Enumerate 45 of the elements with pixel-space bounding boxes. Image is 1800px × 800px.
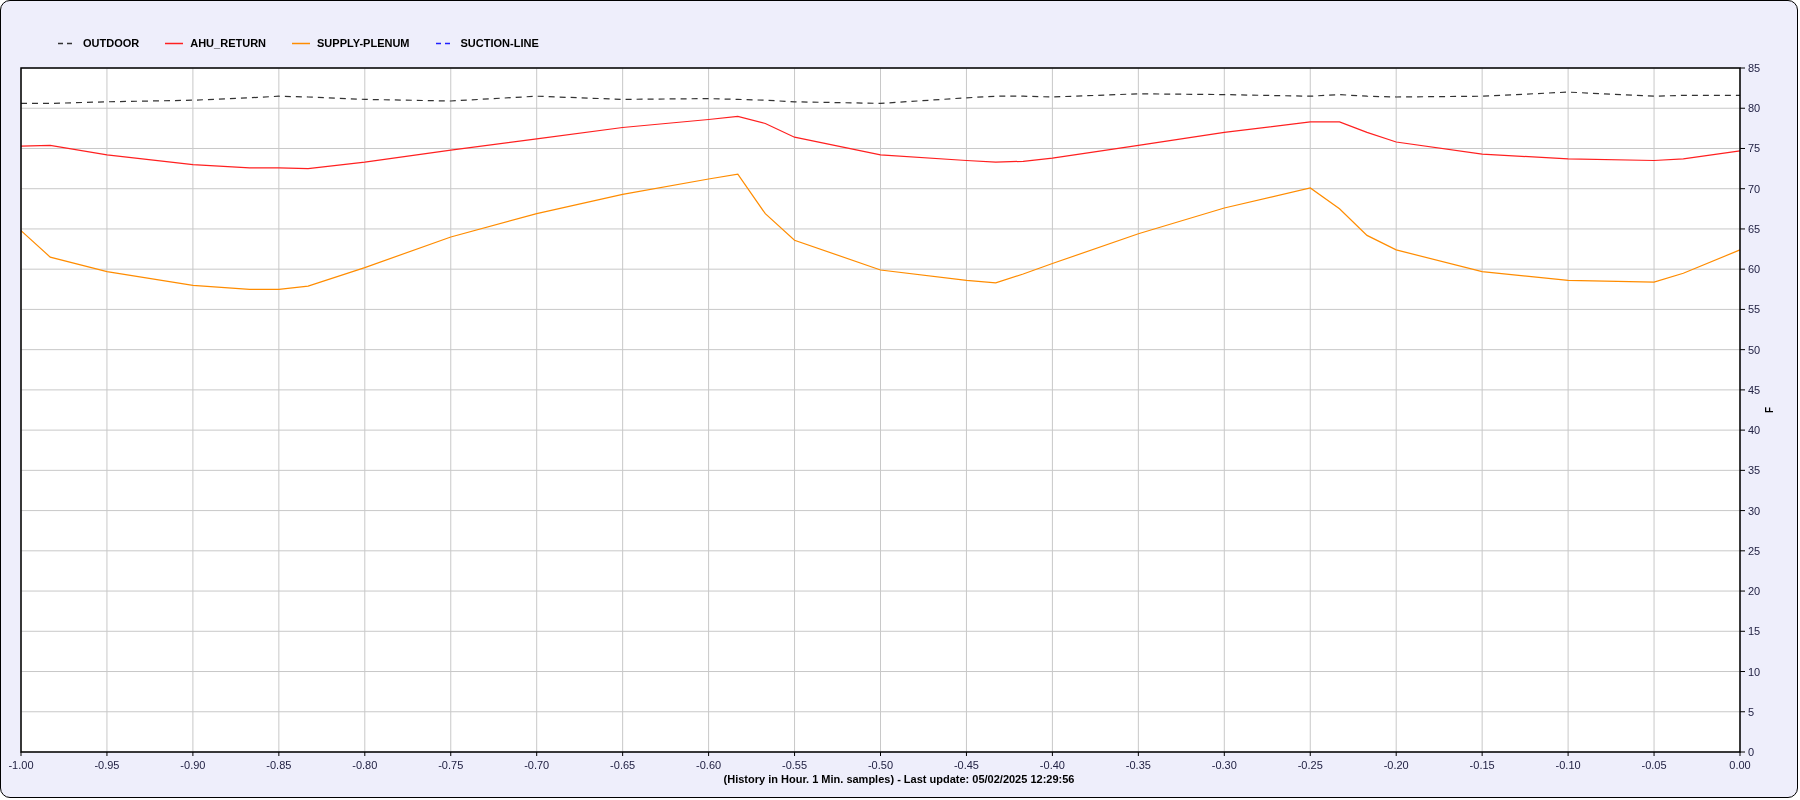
axis-tick-label: -0.35 [1125,759,1151,771]
axis-tick-label: 5 [1748,705,1755,718]
axis-tick-label: 60 [1748,263,1761,276]
axis-tick-label: -0.45 [953,759,979,771]
axis-tick-label: 25 [1748,544,1761,557]
axis-tick-label: 40 [1748,424,1761,437]
axis-tick-label: -1.00 [8,759,34,771]
axis-tick-label: 45 [1748,383,1761,396]
axis-tick-label: 15 [1748,625,1761,638]
axis-tick-label: 10 [1748,665,1761,678]
axis-tick-label: 30 [1748,504,1761,517]
axis-title: (History in Hour. 1 Min. samples) - Last update: 05/02/2025 12:29:56 [723,772,1075,787]
axis-tick-label: -0.10 [1555,759,1581,771]
axis-tick-label: 80 [1748,102,1761,115]
legend-label: OUTDOOR [83,36,140,52]
axis-tick-label: -0.15 [1469,759,1495,771]
axis-tick-label: 55 [1748,303,1761,316]
axis-tick-label: -0.05 [1641,759,1667,771]
legend-label: SUPPLY-PLENUM [317,36,410,52]
axis-tick-label: 75 [1748,142,1761,155]
axis-tick-label: -0.30 [1211,759,1237,771]
axis-tick-label: 0.00 [1729,759,1751,771]
axis-tick-label: -0.40 [1039,759,1065,771]
axis-title: F [1764,406,1775,414]
axis-tick-label: -0.20 [1383,759,1409,771]
axis-tick-label: 35 [1748,464,1761,477]
axis-tick-label: -0.95 [94,759,120,771]
axis-tick-label: 50 [1748,343,1761,356]
axis-tick-label: 0 [1748,746,1755,758]
axis-tick-label: -0.55 [782,759,808,771]
axis-tick-label: -0.60 [696,759,722,771]
legend-label: SUCTION-LINE [460,36,539,52]
axis-tick-label: -0.70 [524,759,550,771]
axis-tick-label: -0.80 [352,759,378,771]
axis-tick-label: 20 [1748,585,1761,598]
axis-tick-label: 65 [1748,222,1761,235]
axis-tick-label: -0.90 [180,759,206,771]
axis-tick-label: -0.75 [438,759,464,771]
axis-tick-label: -0.25 [1297,759,1323,771]
axis-tick-label: -0.50 [867,759,894,771]
axis-tick-label: 85 [1748,62,1761,74]
legend-label: AHU_RETURN [190,36,266,52]
axis-tick-label: 70 [1748,182,1761,195]
axis-tick-label: -0.65 [610,759,636,771]
axis-tick-label: -0.85 [266,759,292,771]
